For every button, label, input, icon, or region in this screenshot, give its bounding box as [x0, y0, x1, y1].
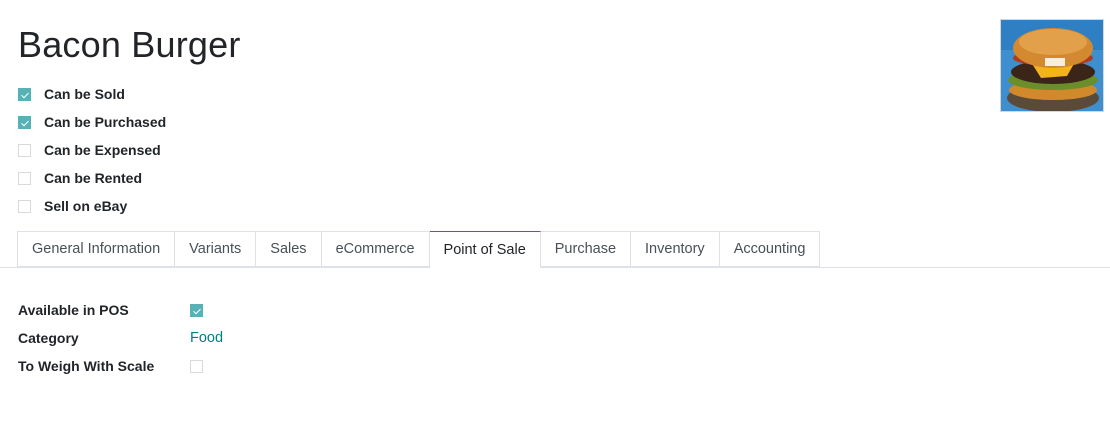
- category-link[interactable]: Food: [190, 330, 223, 346]
- option-label: Can be Expensed: [44, 142, 161, 158]
- product-options: Can be Sold Can be Purchased Can be Expe…: [18, 80, 166, 220]
- option-label: Can be Purchased: [44, 114, 167, 130]
- tab-sales[interactable]: Sales: [256, 231, 322, 267]
- available-in-pos-checkbox[interactable]: [190, 303, 203, 317]
- product-image[interactable]: [1000, 19, 1104, 112]
- option-label: Can be Rented: [44, 170, 143, 186]
- can-be-rented-checkbox[interactable]: [18, 171, 31, 185]
- burger-image: [1001, 20, 1103, 111]
- option-label: Sell on eBay: [44, 198, 128, 214]
- option-can-be-rented[interactable]: Can be Rented: [18, 164, 166, 192]
- tab-accounting[interactable]: Accounting: [719, 231, 821, 267]
- product-tabs: General Information Variants Sales eComm…: [17, 231, 821, 268]
- available-in-pos-label: Available in POS: [18, 302, 129, 318]
- product-name[interactable]: Bacon Burger: [18, 24, 241, 66]
- field-category: Category Food: [18, 324, 223, 352]
- tab-point-of-sale[interactable]: Point of Sale: [429, 231, 541, 268]
- option-can-be-purchased[interactable]: Can be Purchased: [18, 108, 166, 136]
- category-label: Category: [18, 330, 79, 346]
- can-be-expensed-checkbox[interactable]: [18, 143, 31, 157]
- to-weigh-with-scale-checkbox[interactable]: [190, 359, 203, 373]
- option-sell-on-ebay[interactable]: Sell on eBay: [18, 192, 166, 220]
- option-can-be-sold[interactable]: Can be Sold: [18, 80, 166, 108]
- field-to-weigh-with-scale: To Weigh With Scale: [18, 352, 223, 380]
- can-be-sold-checkbox[interactable]: [18, 87, 31, 101]
- to-weigh-with-scale-label: To Weigh With Scale: [18, 358, 155, 374]
- tab-ecommerce[interactable]: eCommerce: [321, 231, 430, 267]
- option-label: Can be Sold: [44, 86, 125, 102]
- option-can-be-expensed[interactable]: Can be Expensed: [18, 136, 166, 164]
- tab-variants[interactable]: Variants: [175, 231, 257, 267]
- tab-general-information[interactable]: General Information: [17, 231, 176, 267]
- can-be-purchased-checkbox[interactable]: [18, 115, 31, 129]
- field-available-in-pos: Available in POS: [18, 296, 223, 324]
- sell-on-ebay-checkbox[interactable]: [18, 199, 31, 213]
- pos-fields: Available in POS Category Food To Weigh …: [18, 296, 223, 380]
- tab-inventory[interactable]: Inventory: [631, 231, 720, 267]
- tab-purchase[interactable]: Purchase: [540, 231, 632, 267]
